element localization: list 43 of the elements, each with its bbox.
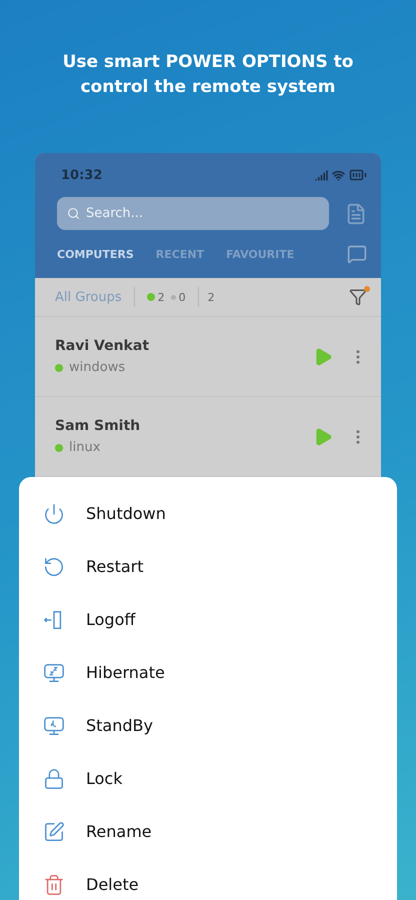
os-label: linux (69, 440, 100, 455)
offline-count: 0 (178, 290, 186, 304)
menu-label: Lock (86, 769, 122, 788)
menu-item[interactable]: Logoff (19, 593, 397, 646)
total-count: 2 (208, 290, 215, 304)
offline-dot (170, 294, 176, 300)
online-count: 2 (158, 290, 165, 304)
menu-item[interactable]: StandBy (19, 699, 397, 752)
wifi-icon (332, 168, 345, 182)
os-label: windows (69, 360, 126, 375)
trash-icon (43, 874, 65, 896)
menu-item[interactable]: Shutdown (19, 487, 397, 540)
tab[interactable]: COMPUTERS (57, 248, 134, 260)
menu-label: Logoff (86, 610, 136, 629)
computer-name: Sam Smith (55, 418, 142, 434)
computer-row[interactable]: Ravi Venkat windows (35, 317, 381, 397)
search-icon (67, 207, 80, 220)
menu-item[interactable]: Delete (19, 858, 397, 900)
signal-icon (315, 168, 328, 182)
headline: Use smart POWER OPTIONS to control the remote system (62, 51, 354, 99)
menu-item[interactable]: Rename (19, 805, 397, 858)
restart-icon (43, 556, 65, 578)
online-dot (146, 293, 155, 301)
menu-item[interactable]: Lock (19, 752, 397, 805)
computer-name: Ravi Venkat (55, 338, 150, 354)
menu-label: Rename (86, 822, 152, 841)
document-icon[interactable] (345, 202, 367, 224)
sleep-monitor-icon (43, 662, 65, 684)
power-icon (43, 502, 65, 524)
menu-label: Restart (86, 557, 144, 576)
menu-item[interactable]: Restart (19, 540, 397, 593)
edit-icon (43, 820, 65, 842)
monitor-icon (43, 714, 65, 736)
chat-icon[interactable] (347, 244, 367, 264)
status-time: 10:32 (61, 168, 102, 182)
menu-label: StandBy (86, 716, 153, 735)
filter-button[interactable] (349, 288, 367, 306)
menu-label: Shutdown (86, 504, 166, 523)
menu-item[interactable]: Hibernate (19, 646, 397, 699)
filter-icon (349, 288, 367, 306)
lock-icon (43, 768, 65, 790)
menu-label: Hibernate (86, 663, 165, 682)
menu-label: Delete (86, 875, 139, 894)
